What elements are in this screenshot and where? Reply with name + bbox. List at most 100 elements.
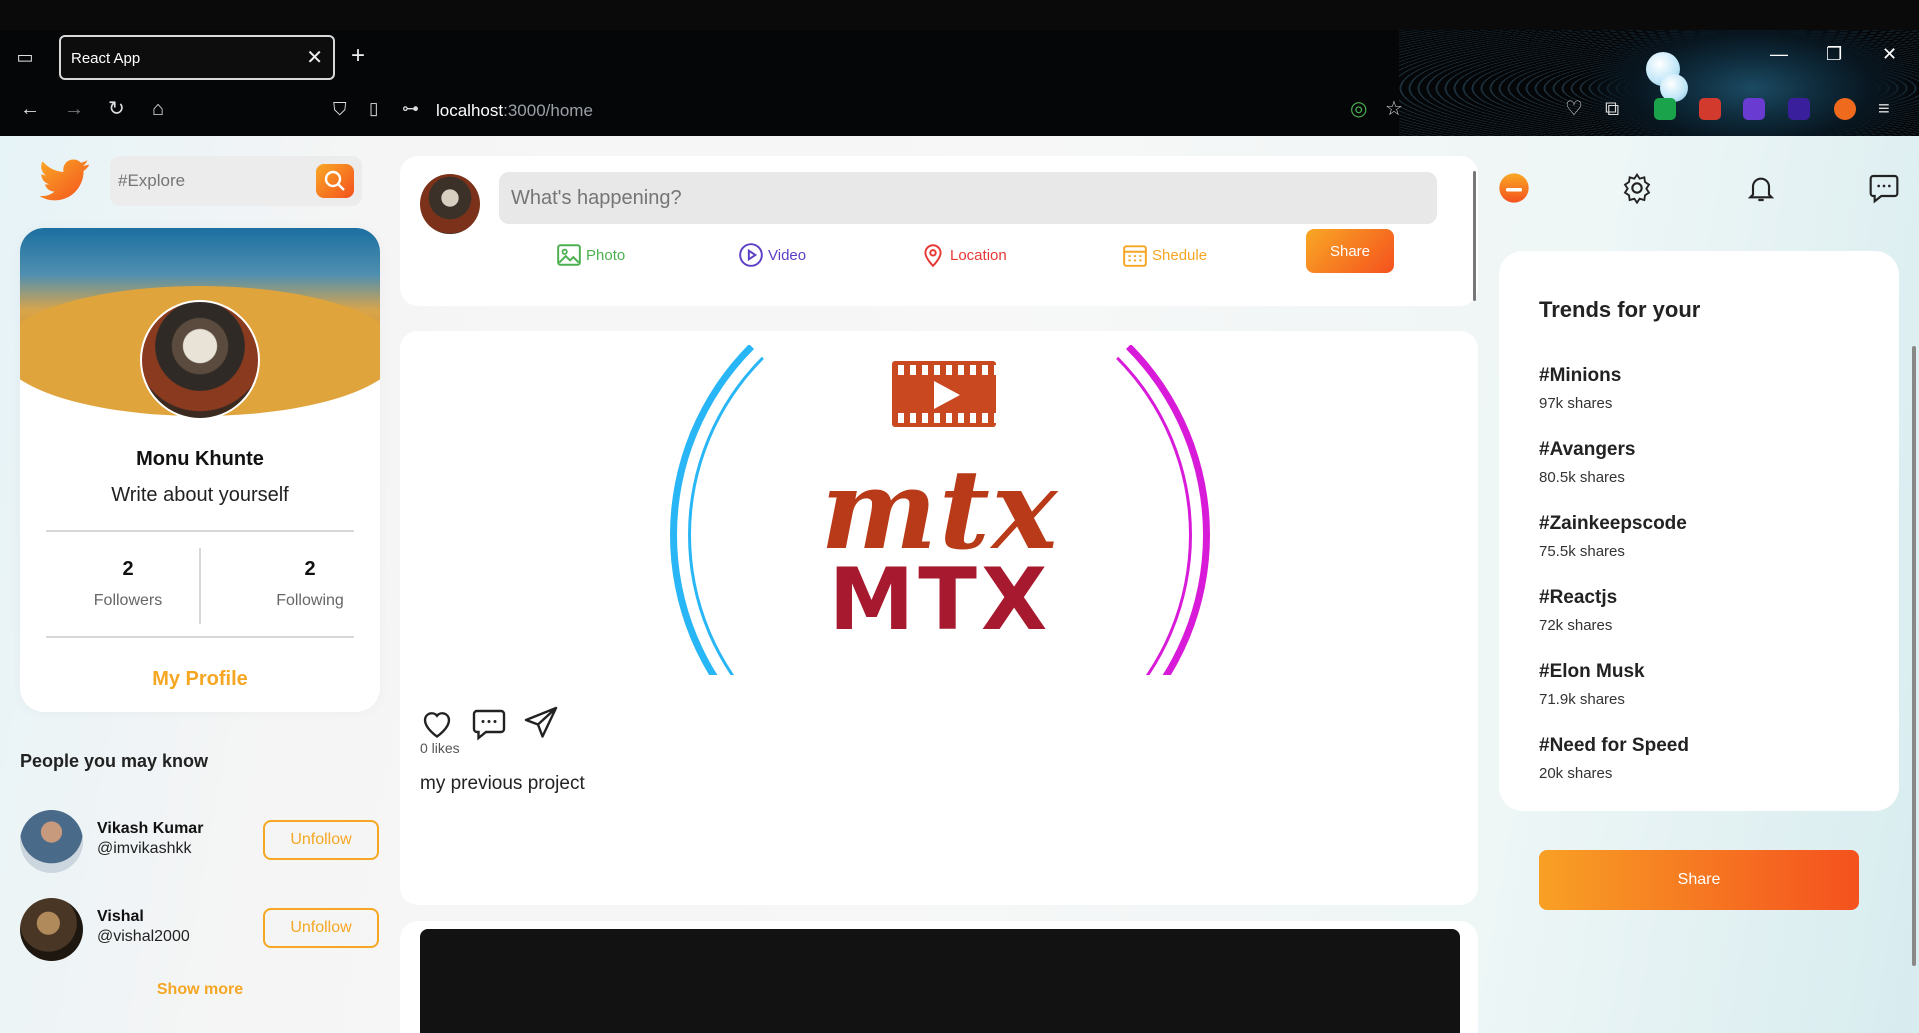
person-name: Vikash Kumar [97,820,204,837]
heart-icon[interactable] [418,705,456,741]
url-host: localhost [436,101,504,120]
tab-overview-icon[interactable]: ▭ [14,46,36,68]
extensions-icon[interactable]: ⧉ [1605,98,1619,120]
tab-title: React App [71,50,141,67]
extension-orange-icon[interactable] [1834,98,1856,120]
avatar[interactable] [20,898,83,961]
post-composer: Photo Video Location Shedule Share [400,156,1478,306]
extension-dark-icon[interactable] [1788,98,1810,120]
following-count: 2 [304,558,316,580]
post-caption: my previous project [420,773,585,794]
tracking-shield-icon[interactable]: ⛉ [333,98,347,120]
trends-title: Trends for your [1539,297,1701,322]
profile-name: Monu Khunte [136,448,264,470]
explore-search [110,156,362,206]
pocket-icon[interactable]: ♡ [1565,98,1583,120]
comment-icon[interactable] [470,705,508,741]
profile-card: Monu Khunte Write about yourself 2 Follo… [20,228,380,712]
share-button[interactable]: Share [1539,850,1859,910]
bookmark-star-icon[interactable]: ☆ [1385,98,1403,120]
location-option[interactable]: Location [920,240,1007,270]
followers-count: 2 [122,558,134,580]
video-icon [739,243,763,267]
location-label: Location [950,246,1007,264]
browser-tab[interactable]: React App ✕ [59,35,335,80]
post-card [400,921,1478,1033]
os-titlebar [0,0,1919,30]
trend-tag[interactable]: #Minions [1539,365,1621,387]
film-reel-icon [892,361,996,427]
share-button[interactable]: Share [1306,229,1394,273]
unfollow-button[interactable]: Unfollow [263,908,379,948]
trend-shares: 71.9k shares [1539,691,1625,708]
photo-option[interactable]: Photo [556,240,625,270]
gear-icon[interactable] [1621,172,1653,204]
forward-icon[interactable]: → [64,98,84,120]
play-icon [934,381,960,409]
video-label: Video [768,246,807,264]
tab-close-icon[interactable]: ✕ [306,45,323,70]
trend-shares: 20k shares [1539,765,1613,782]
post-image[interactable]: mtx MTX [420,345,1460,675]
film-holes [892,413,996,423]
reload-icon[interactable]: ↻ [108,98,125,120]
extension-purple-icon[interactable] [1743,98,1765,120]
app-page: Monu Khunte Write about yourself 2 Follo… [0,136,1919,1033]
followers-label: Followers [93,592,163,609]
send-icon[interactable] [522,705,560,741]
search-input[interactable] [118,168,318,194]
list-item: Vishal @vishal2000 Unfollow [20,898,380,962]
trend-tag[interactable]: #Elon Musk [1539,661,1645,683]
home-icon[interactable]: ⌂ [152,98,164,120]
divider [46,636,354,638]
post-image[interactable] [420,929,1460,1033]
compose-input[interactable] [499,172,1437,224]
logo-block-text: MTX [828,550,1052,650]
unfollow-button[interactable]: Unfollow [263,820,379,860]
page-icon[interactable]: ▯ [369,98,378,120]
trends-card: Trends for your #Minions 97k shares #Ava… [1499,251,1899,811]
avatar[interactable] [140,300,260,420]
list-item: Vikash Kumar @imvikashkk Unfollow [20,810,380,874]
photo-icon [557,244,581,266]
location-icon [924,244,942,268]
minimize-icon[interactable]: — [1770,44,1788,65]
trend-tag[interactable]: #Need for Speed [1539,735,1689,757]
trend-shares: 75.5k shares [1539,543,1625,560]
address-bar[interactable]: localhost:3000/home [436,101,593,121]
page-scrollbar[interactable] [1912,346,1916,966]
menu-icon[interactable]: ≡ [1878,98,1890,120]
following-label: Following [276,592,344,609]
trend-tag[interactable]: #Reactjs [1539,587,1617,609]
trend-tag[interactable]: #Avangers [1539,439,1635,461]
person-name: Vishal [97,908,144,925]
new-tab-icon[interactable]: + [351,42,365,70]
avatar[interactable] [20,810,83,873]
restore-icon[interactable]: ❐ [1826,44,1842,65]
likes-count: 0 likes [420,740,460,756]
url-path: :3000/home [503,101,593,120]
divider [46,530,354,532]
chat-icon[interactable] [1868,172,1900,204]
calendar-icon [1123,245,1147,267]
search-icon [324,170,345,191]
home-icon[interactable] [1498,172,1530,204]
window-close-icon[interactable]: ✕ [1882,44,1897,65]
search-button[interactable] [316,164,354,198]
avatar[interactable] [420,174,480,234]
trend-shares: 80.5k shares [1539,469,1625,486]
feed-scrollbar[interactable] [1473,171,1476,301]
schedule-option[interactable]: Shedule [1122,240,1207,270]
twitter-logo-icon[interactable] [34,154,94,208]
trend-tag[interactable]: #Zainkeepscode [1539,513,1687,535]
extension-red-icon[interactable] [1699,98,1721,120]
extension-target-icon[interactable]: ◎ [1350,98,1367,120]
video-option[interactable]: Video [738,240,806,270]
show-more-link[interactable]: Show more [20,981,380,999]
bell-icon[interactable] [1745,172,1777,204]
back-icon[interactable]: ← [20,98,40,120]
post-card: mtx MTX 0 likes my previous project [400,331,1478,905]
grammarly-icon[interactable] [1654,98,1676,120]
my-profile-link[interactable]: My Profile [20,668,380,691]
key-icon[interactable]: ⊶ [402,98,419,120]
